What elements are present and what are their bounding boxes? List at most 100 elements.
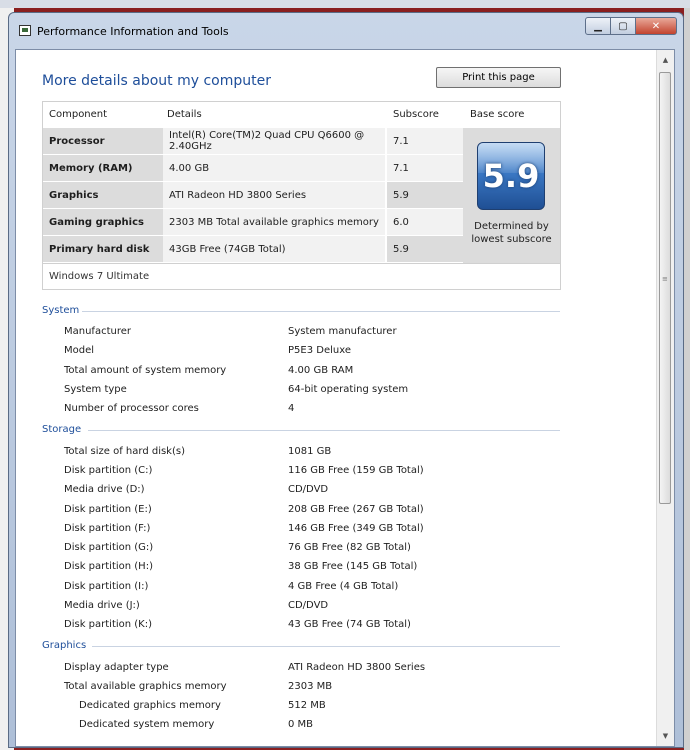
storage-value: 43 GB Free (74 GB Total) [288, 619, 411, 630]
section-divider [88, 430, 560, 431]
scroll-down-arrow-icon: ▼ [662, 732, 669, 740]
storage-label: Media drive (D:) [64, 484, 145, 495]
storage-value: 4 GB Free (4 GB Total) [288, 581, 399, 592]
graphics-value: 2303 MB [288, 681, 333, 692]
window-title: Performance Information and Tools [37, 25, 229, 38]
close-button[interactable]: ✕ [635, 17, 677, 35]
table-row: Gaming graphics 2303 MB Total available … [43, 209, 463, 236]
component-details: ATI Radeon HD 3800 Series [163, 182, 385, 209]
component-subscore: 7.1 [387, 155, 463, 182]
window-controls: ▁ ▢ ✕ [585, 17, 677, 35]
vertical-scrollbar[interactable]: ▲ ≡ ▼ [656, 50, 674, 746]
storage-value: 1081 GB [288, 446, 332, 457]
score-table: Component Details Subscore Base score Pr… [42, 101, 561, 290]
component-subscore: 6.0 [387, 209, 463, 236]
system-label: Number of processor cores [64, 403, 199, 414]
component-details: 2303 MB Total available graphics memory [163, 209, 385, 236]
graphics-value: 0 MB [288, 719, 314, 730]
section-divider [82, 311, 560, 312]
section-title-graphics: Graphics [42, 640, 87, 651]
graphics-label: Total available graphics memory [64, 681, 227, 692]
close-icon: ✕ [651, 20, 661, 32]
storage-label: Disk partition (K:) [64, 619, 153, 630]
section-title-system: System [42, 305, 80, 316]
table-row: Graphics ATI Radeon HD 3800 Series 5.9 [43, 182, 463, 209]
grip-icon: ≡ [662, 275, 668, 283]
base-score-badge: 5.9 [477, 142, 545, 210]
storage-label: Disk partition (H:) [64, 561, 153, 572]
base-score-value: 5.9 [482, 157, 540, 195]
base-score-note-line2: lowest subscore [471, 234, 552, 245]
maximize-icon: ▢ [618, 20, 628, 32]
storage-label: Total size of hard disk(s) [64, 446, 185, 457]
component-subscore: 5.9 [387, 182, 463, 209]
header-component: Component [49, 109, 108, 120]
performance-window: Performance Information and Tools ▁ ▢ ✕ … [8, 12, 684, 748]
system-label: Total amount of system memory [64, 365, 227, 376]
storage-value: CD/DVD [288, 600, 329, 611]
base-score-note-line1: Determined by [474, 221, 549, 232]
performance-tools-icon [19, 25, 31, 36]
storage-value: 146 GB Free (349 GB Total) [288, 523, 424, 534]
os-edition: Windows 7 Ultimate [43, 263, 560, 289]
component-details: Intel(R) Core(TM)2 Quad CPU Q6600 @ 2.40… [163, 128, 385, 155]
section-title-storage: Storage [42, 424, 82, 435]
component-details: 4.00 GB [163, 155, 385, 182]
system-value: 64-bit operating system [288, 384, 409, 395]
header-details: Details [167, 109, 202, 120]
component-subscore: 5.9 [387, 236, 463, 263]
storage-label: Disk partition (F:) [64, 523, 151, 534]
storage-label: Disk partition (E:) [64, 504, 152, 515]
header-base-score: Base score [470, 109, 525, 120]
header-subscore: Subscore [393, 109, 439, 120]
table-row: Processor Intel(R) Core(TM)2 Quad CPU Q6… [43, 128, 463, 155]
page-heading: More details about my computer [42, 73, 271, 89]
component-name: Primary hard disk [43, 236, 163, 263]
background-taskbar-strip [0, 0, 690, 8]
storage-label: Media drive (J:) [64, 600, 140, 611]
system-value: System manufacturer [288, 326, 397, 337]
print-button[interactable]: Print this page [436, 67, 561, 88]
component-name: Processor [43, 128, 163, 155]
minimize-icon: ▁ [594, 20, 602, 32]
scroll-up-arrow-icon: ▲ [662, 56, 669, 64]
storage-label: Disk partition (I:) [64, 581, 149, 592]
score-table-header: Component Details Subscore Base score [43, 102, 560, 128]
system-value: P5E3 Deluxe [288, 345, 351, 356]
component-details: 43GB Free (74GB Total) [163, 236, 385, 263]
system-label: System type [64, 384, 127, 395]
minimize-button[interactable]: ▁ [585, 17, 611, 35]
system-value: 4.00 GB RAM [288, 365, 354, 376]
storage-label: Disk partition (C:) [64, 465, 153, 476]
storage-value: 116 GB Free (159 GB Total) [288, 465, 424, 476]
system-value: 4 [288, 403, 295, 414]
graphics-label: Dedicated graphics memory [79, 700, 221, 711]
component-name: Graphics [43, 182, 163, 209]
base-score-panel: 5.9 Determined by lowest subscore [463, 128, 560, 263]
title-bar[interactable]: Performance Information and Tools ▁ ▢ ✕ [9, 13, 683, 47]
storage-label: Disk partition (G:) [64, 542, 154, 553]
storage-value: 38 GB Free (145 GB Total) [288, 561, 418, 572]
scroll-up-button[interactable]: ▲ [657, 52, 674, 68]
content-pane: More details about my computer Print thi… [15, 49, 675, 747]
table-row: Memory (RAM) 4.00 GB 7.1 [43, 155, 463, 182]
component-name: Gaming graphics [43, 209, 163, 236]
graphics-label: Dedicated system memory [79, 719, 215, 730]
component-name: Memory (RAM) [43, 155, 163, 182]
graphics-value: 512 MB [288, 700, 326, 711]
graphics-label: Display adapter type [64, 662, 169, 673]
table-row: Primary hard disk 43GB Free (74GB Total)… [43, 236, 463, 263]
base-score-note: Determined by lowest subscore [463, 220, 560, 246]
scrollbar-thumb[interactable]: ≡ [659, 72, 671, 504]
system-label: Manufacturer [64, 326, 131, 337]
system-label: Model [64, 345, 95, 356]
storage-value: CD/DVD [288, 484, 329, 495]
component-subscore: 7.1 [387, 128, 463, 155]
section-divider [92, 646, 560, 647]
graphics-value: ATI Radeon HD 3800 Series [288, 662, 426, 673]
storage-value: 76 GB Free (82 GB Total) [288, 542, 411, 553]
scroll-down-button[interactable]: ▼ [657, 728, 674, 744]
storage-value: 208 GB Free (267 GB Total) [288, 504, 424, 515]
background-window-right [684, 8, 690, 750]
maximize-button[interactable]: ▢ [610, 17, 636, 35]
